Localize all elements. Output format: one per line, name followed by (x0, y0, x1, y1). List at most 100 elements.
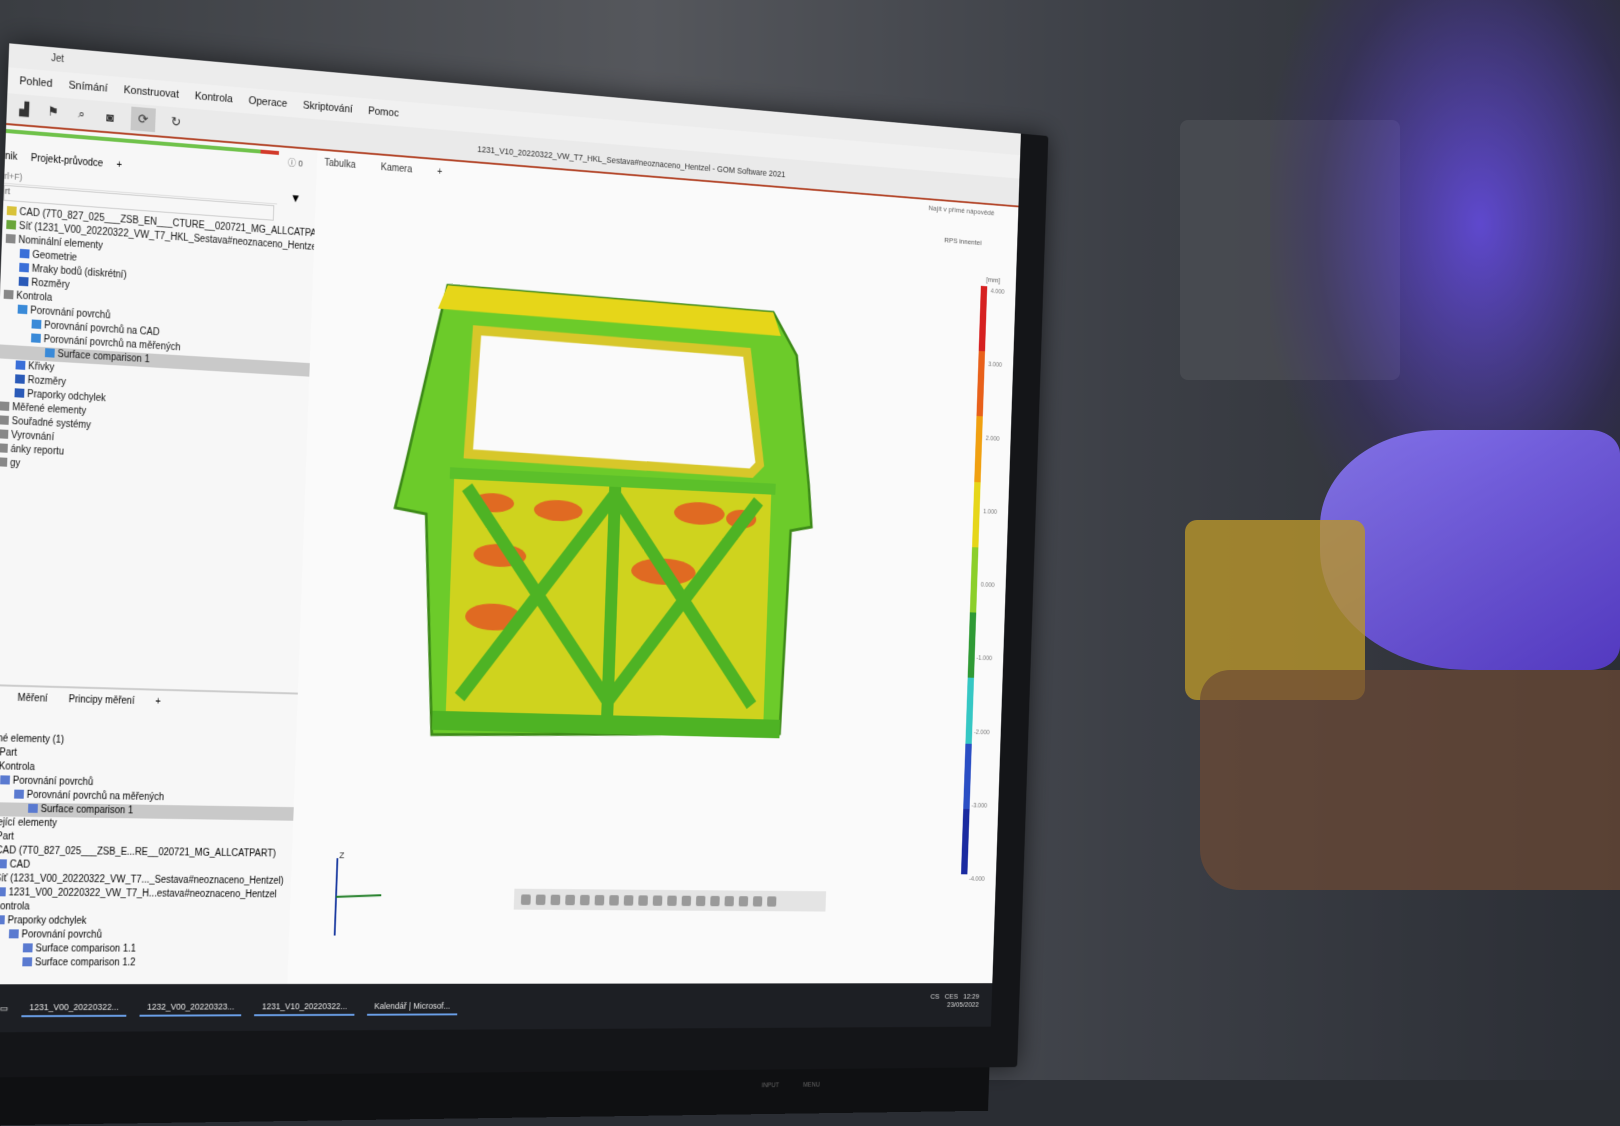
menu-item[interactable]: Konstruovat (123, 84, 179, 101)
view-tool-icon[interactable] (667, 895, 677, 906)
explorer-tree: CAD (7T0_827_025___ZSB_EN___CTURE__02072… (0, 205, 331, 485)
tree-item-label: Kontrola (16, 290, 53, 304)
menu-item[interactable]: Pohled (19, 75, 52, 90)
refresh-icon[interactable]: ↻ (168, 114, 184, 131)
legend-color-band (976, 351, 986, 417)
properties-tab[interactable]: Měření (17, 693, 47, 716)
surface-icon (30, 333, 41, 343)
view-tool-icon[interactable] (550, 894, 561, 905)
tree-node-icon (0, 887, 6, 897)
view-tool-icon[interactable] (535, 894, 546, 905)
explorer-tab[interactable]: nik (5, 150, 18, 162)
deviation-legend (961, 285, 988, 875)
tree-item[interactable]: Porovnání povrchů (0, 928, 289, 943)
tree-item-label: Part (0, 831, 15, 843)
menu-item[interactable]: Skriptování (303, 100, 353, 116)
view-tool-icon[interactable] (695, 895, 706, 906)
taskbar-app[interactable]: 1231_V00_20220322... (21, 998, 127, 1018)
tree-item-label: Síť (1231_V00_20220322_VW_T7..._Sestava#… (0, 873, 284, 887)
tray-time[interactable]: 12:29 (963, 992, 979, 1000)
folder-icon (0, 401, 10, 411)
tree-node-icon (22, 957, 33, 967)
tailgate-deviation-model (377, 272, 839, 762)
bezel-menu[interactable]: MENU (803, 1082, 820, 1089)
search-icon[interactable]: ⌕ (74, 106, 90, 123)
camera-icon[interactable]: ◙ (102, 108, 118, 125)
view-tool-icon[interactable] (609, 894, 619, 906)
view-tool-icon[interactable] (520, 893, 531, 905)
legend-color-band (963, 743, 972, 809)
legend-color-band (969, 547, 979, 613)
menu-item[interactable]: Kontrola (195, 90, 233, 105)
taskbar-app[interactable]: Kalendář | Microsof... (366, 998, 458, 1016)
chart-icon[interactable]: ▟ (16, 101, 32, 118)
axis-z-label: Z (339, 850, 345, 860)
view-tool-icon[interactable] (710, 895, 720, 906)
rps-label[interactable]: RPS innentei (944, 236, 982, 247)
menu-item[interactable]: Pomoc (368, 105, 399, 119)
view-tool-icon[interactable] (652, 894, 663, 906)
view-tool-icon[interactable] (623, 894, 634, 906)
explorer-tab[interactable]: Projekt-průvodce (31, 152, 104, 169)
legend-tick-label: 1.000 (983, 508, 998, 516)
legend-tick-label: 2.000 (985, 435, 1000, 443)
tree-item[interactable]: Surface comparison 1.2 (0, 956, 288, 970)
pointcloud-icon (19, 262, 30, 273)
explorer-panel: ⓘ 0 nik Projekt-průvodce + rl+F) ▼ rt CAD … (0, 124, 331, 1033)
info-count: ⓘ 0 (287, 157, 304, 169)
tree-item-label: gy (9, 457, 21, 470)
taskbar-app[interactable]: 1232_V00_20220323... (139, 998, 243, 1017)
tree-node-icon (27, 803, 38, 813)
tree-item-label: Praporky odchylek (7, 915, 87, 927)
mesh-icon (6, 219, 17, 230)
tree-node-icon (0, 775, 11, 785)
tree-node-icon (22, 943, 33, 953)
car-part-fixture (1200, 670, 1620, 890)
view-tool-icon[interactable] (638, 894, 648, 906)
view-tab[interactable]: Kamera (381, 162, 413, 175)
tree-item-label: Kontrola (0, 901, 30, 913)
menu-item[interactable]: Operace (248, 95, 287, 110)
3d-view[interactable]: Tabulka Kamera + Najít v přímé nápovědě RP… (285, 150, 1019, 1031)
legend-unit: [mm] (985, 275, 1001, 285)
explorer-tab[interactable]: + (116, 159, 122, 170)
view-tool-icon[interactable] (594, 894, 605, 905)
legend-tick-label: -1.000 (976, 655, 993, 663)
legend-color-band (961, 808, 970, 875)
legend-tick-label: -4.000 (968, 876, 985, 883)
surface-icon (44, 348, 55, 358)
coordinate-axes-icon: Z (316, 850, 392, 945)
tree-item[interactable]: Surface comparison 1.1 (0, 942, 289, 957)
view-tab[interactable]: Tabulka (324, 157, 356, 170)
bezel-input[interactable]: INPUT (762, 1082, 780, 1089)
tree-item-label: Surface comparison 1 (40, 804, 134, 817)
tree-item-label: Porovnání povrchů na měřených (26, 789, 165, 804)
surface-icon (17, 304, 28, 315)
view-tool-icon[interactable] (681, 895, 692, 906)
tray-keyboard[interactable]: CES (945, 992, 958, 1000)
tree-item-label: Kontrola (0, 761, 35, 774)
menu-item[interactable]: Snímání (68, 79, 107, 94)
taskbar-app[interactable]: 1231_V10_20220322... (254, 998, 355, 1017)
tree-item-label: Rozměry (31, 277, 70, 292)
folder-icon (0, 443, 8, 453)
legend-tick-label: -2.000 (973, 728, 990, 736)
view-tool-icon[interactable] (752, 895, 763, 907)
legend-tick-label: -3.000 (971, 802, 988, 810)
view-tab[interactable]: + (437, 166, 443, 177)
tree-item-label: ánky reportu (10, 443, 65, 458)
view-tool-icon[interactable] (565, 894, 576, 905)
flag-icon[interactable]: ⚑ (45, 103, 61, 120)
tree-item[interactable]: Praporky odchylek (0, 914, 290, 929)
folder-icon (0, 457, 8, 467)
properties-tab[interactable]: + (155, 697, 161, 719)
view-tool-icon[interactable] (738, 895, 749, 906)
legend-color-band (972, 481, 981, 548)
sync-icon[interactable]: ⟳ (130, 106, 156, 133)
properties-tab[interactable]: Principy měření (68, 694, 134, 717)
tray-lang[interactable]: CS (930, 992, 939, 1000)
filter-icon[interactable]: ▼ (290, 191, 301, 205)
view-tool-icon[interactable] (579, 894, 590, 905)
view-tool-icon[interactable] (767, 895, 777, 907)
view-tool-icon[interactable] (724, 895, 735, 906)
